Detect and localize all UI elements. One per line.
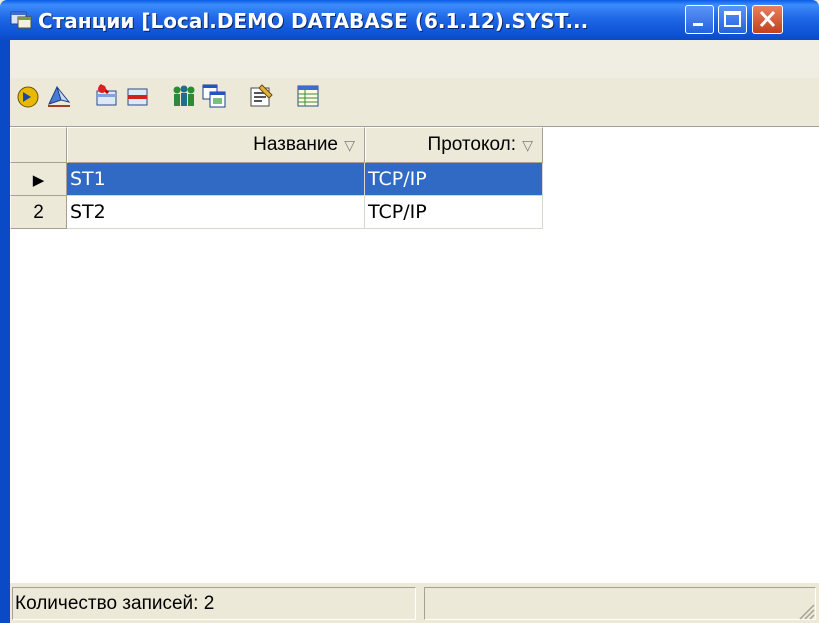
cell-protocol[interactable]: TCP/IP bbox=[365, 163, 543, 196]
users-icon[interactable] bbox=[169, 82, 197, 110]
grid-corner-header bbox=[10, 127, 67, 163]
maximize-button[interactable] bbox=[718, 5, 747, 34]
sort-filter-icon[interactable]: ▽ bbox=[522, 128, 533, 162]
window-list-icon[interactable] bbox=[200, 82, 228, 110]
minimize-icon bbox=[693, 23, 703, 26]
properties-icon[interactable] bbox=[247, 82, 275, 110]
app-window-icon bbox=[10, 9, 32, 29]
toolbar bbox=[10, 40, 819, 108]
delete-record-icon[interactable] bbox=[123, 82, 151, 110]
column-header-protocol[interactable]: Протокол: ▽ bbox=[365, 127, 543, 163]
refresh-icon[interactable] bbox=[14, 82, 42, 110]
row-indicator[interactable]: 2 bbox=[10, 196, 67, 229]
column-header-name-label: Название bbox=[253, 134, 338, 155]
tray-icon[interactable] bbox=[45, 82, 73, 110]
stations-grid: Название ▽ Протокол: ▽ ▶ ST1 TCP/IP 2 ST… bbox=[10, 126, 819, 583]
cell-protocol[interactable]: TCP/IP bbox=[365, 196, 543, 229]
table-icon[interactable] bbox=[294, 82, 322, 110]
record-count-panel: Количество записей: 2 bbox=[12, 587, 416, 620]
cell-name[interactable]: ST1 bbox=[67, 163, 365, 196]
current-row-arrow-icon: ▶ bbox=[32, 172, 45, 189]
stations-window: Станции [Local.DEMO DATABASE (6.1.12).SY… bbox=[0, 0, 819, 623]
table-row[interactable]: ▶ ST1 TCP/IP bbox=[10, 163, 543, 196]
sort-filter-icon[interactable]: ▽ bbox=[344, 128, 355, 162]
cell-name[interactable]: ST2 bbox=[67, 196, 365, 229]
window-title: Станции [Local.DEMO DATABASE (6.1.12).SY… bbox=[38, 9, 589, 33]
column-header-name[interactable]: Название ▽ bbox=[67, 127, 365, 163]
minimize-button[interactable] bbox=[685, 5, 714, 34]
column-header-protocol-label: Протокол: bbox=[427, 134, 516, 155]
title-bar[interactable]: Станции [Local.DEMO DATABASE (6.1.12).SY… bbox=[0, 0, 819, 40]
status-panel-2 bbox=[424, 587, 816, 620]
table-row[interactable]: 2 ST2 TCP/IP bbox=[10, 196, 543, 229]
row-indicator[interactable]: ▶ bbox=[10, 163, 67, 196]
close-icon bbox=[759, 10, 776, 28]
close-button[interactable] bbox=[752, 5, 783, 34]
resize-grip-icon[interactable] bbox=[797, 602, 815, 620]
status-bar: Количество записей: 2 bbox=[10, 582, 819, 623]
maximize-icon bbox=[724, 11, 741, 27]
window-left-border bbox=[0, 40, 10, 623]
add-record-icon[interactable] bbox=[92, 82, 120, 110]
